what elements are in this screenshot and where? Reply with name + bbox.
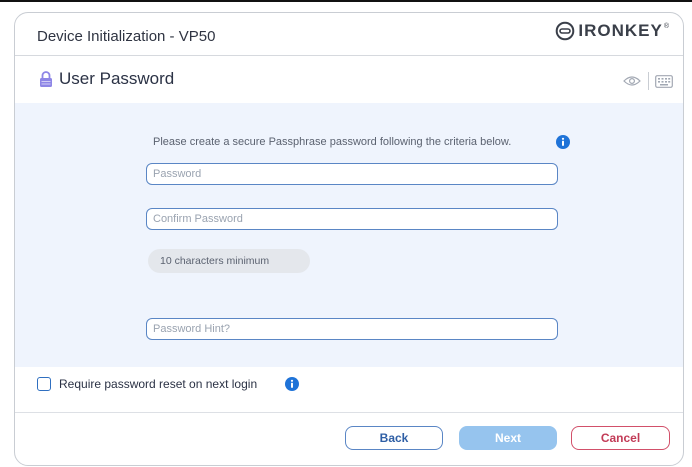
password-hint-input[interactable] xyxy=(146,318,558,340)
password-panel: Please create a secure Passphrase passwo… xyxy=(15,103,683,367)
section-header: User Password xyxy=(15,55,683,103)
app-window: Device Initialization - VP50 IRONKEY ® U… xyxy=(14,12,684,466)
password-input[interactable] xyxy=(146,163,558,185)
instruction-text: Please create a secure Passphrase passwo… xyxy=(153,136,512,148)
keyboard-icon[interactable] xyxy=(655,75,673,88)
back-button[interactable]: Back xyxy=(345,426,443,450)
registered-mark: ® xyxy=(663,23,669,30)
ironkey-logo: IRONKEY ® xyxy=(555,21,669,41)
lock-icon xyxy=(40,71,52,87)
brand-name: IRONKEY xyxy=(578,21,663,40)
top-border-line xyxy=(0,0,692,2)
eye-icon[interactable] xyxy=(623,75,641,87)
window-title: Device Initialization - VP50 xyxy=(37,28,216,45)
info-icon[interactable] xyxy=(556,135,570,149)
confirm-password-input[interactable] xyxy=(146,208,558,230)
cancel-button[interactable]: Cancel xyxy=(571,426,670,450)
section-title: User Password xyxy=(59,69,175,88)
ironkey-logo-icon xyxy=(556,21,575,41)
criteria-badge: 10 characters minimum xyxy=(148,249,310,273)
title-bar: Device Initialization - VP50 IRONKEY ® xyxy=(15,13,683,56)
reset-password-checkbox[interactable] xyxy=(37,377,51,391)
icon-divider xyxy=(648,72,649,90)
info-icon[interactable] xyxy=(285,377,299,391)
reset-password-label[interactable]: Require password reset on next login xyxy=(59,377,257,391)
next-button[interactable]: Next xyxy=(459,426,557,450)
footer-divider xyxy=(15,412,683,413)
